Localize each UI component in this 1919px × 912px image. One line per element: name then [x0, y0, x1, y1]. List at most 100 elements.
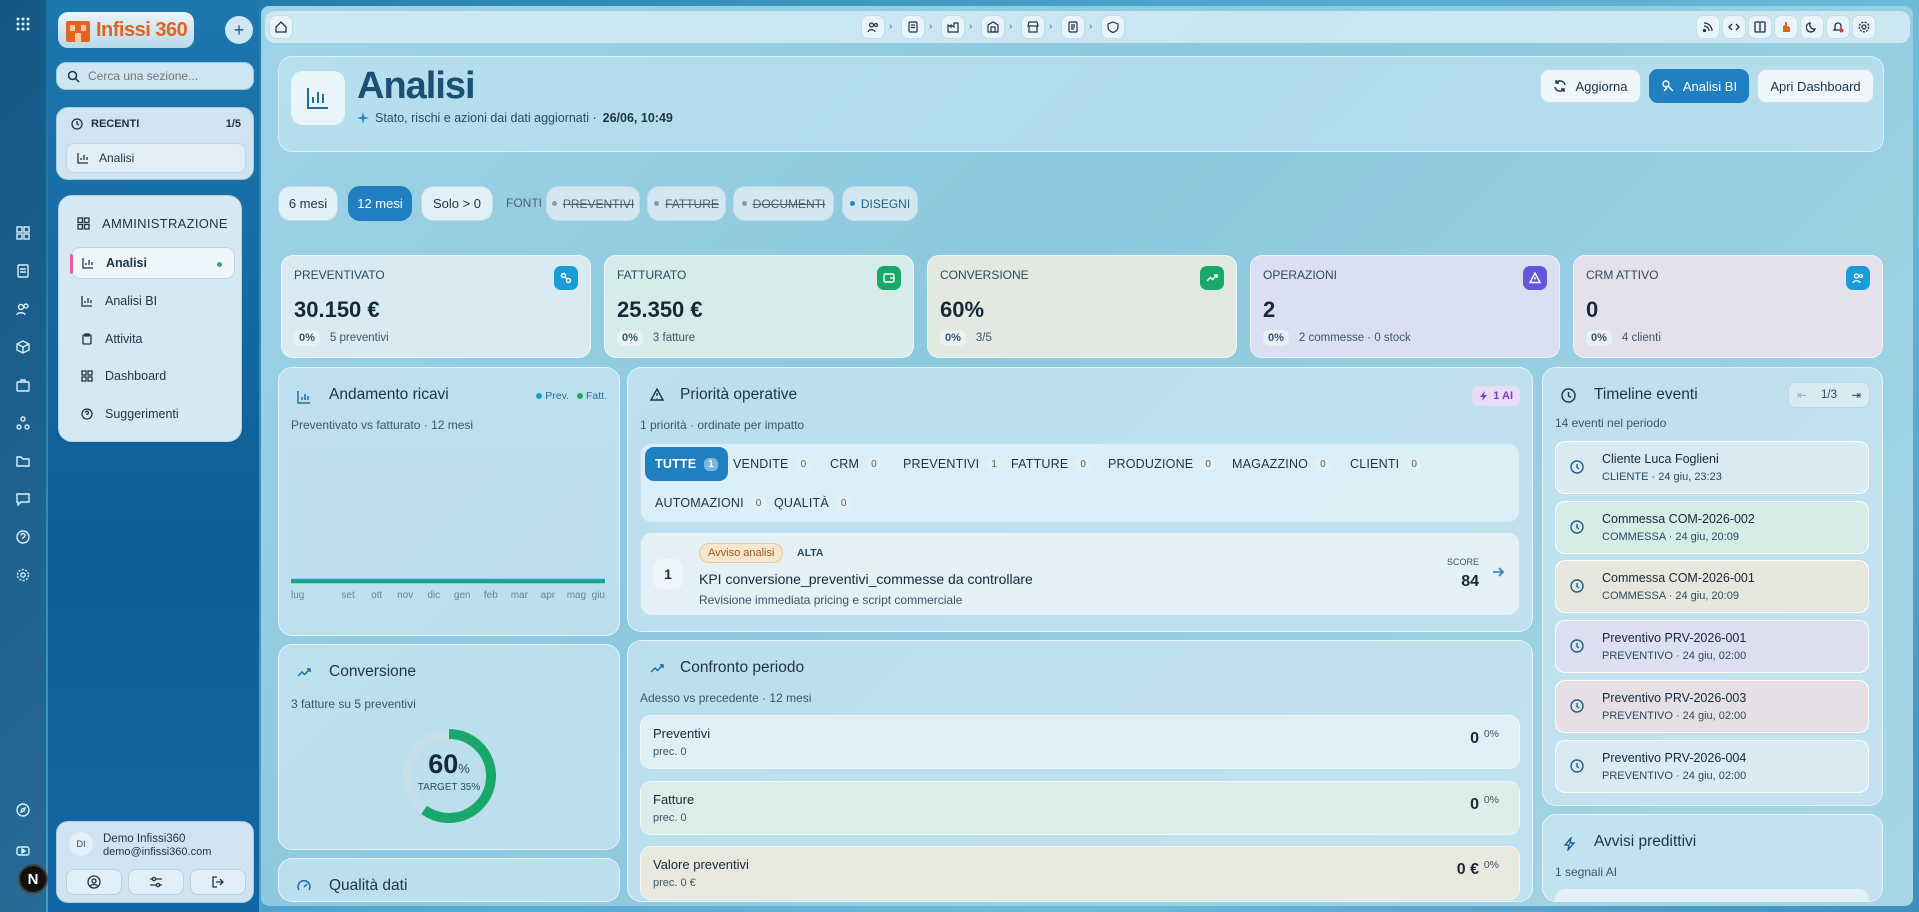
nav-item-dashboard[interactable]: Dashboard — [71, 360, 235, 392]
trend-icon — [297, 665, 311, 679]
tab-clienti[interactable]: CLIENTI 0 — [1340, 447, 1431, 481]
timeline-event[interactable]: Commessa COM-2026-002 COMMESSA · 24 giu,… — [1555, 501, 1869, 554]
admin-header[interactable]: AMMINISTRAZIONE — [77, 216, 228, 231]
timeline-event[interactable]: Commessa COM-2026-001 COMMESSA · 24 giu,… — [1555, 560, 1869, 613]
priority-rank: 1 — [653, 559, 683, 589]
preferences-button[interactable] — [128, 869, 184, 895]
tab-crm[interactable]: CRM 0 — [820, 447, 891, 481]
add-button[interactable]: + — [225, 16, 253, 44]
notifications-button[interactable] — [1826, 15, 1850, 39]
priority-desc: Revisione immediata pricing e script com… — [699, 593, 963, 607]
sidebar-search[interactable] — [56, 62, 254, 90]
tab-label: TUTTE — [655, 457, 697, 471]
users-icon — [867, 22, 879, 33]
tab-vendite[interactable]: VENDITE 0 — [723, 447, 820, 481]
predictive-card: Avvisi predittivi 1 segnali AI — [1542, 814, 1883, 902]
tab-magazzino[interactable]: MAGAZZINO 0 — [1222, 447, 1340, 481]
source-disegni[interactable]: DISEGNI — [842, 186, 918, 221]
document-icon[interactable] — [13, 261, 33, 281]
sliders-icon — [150, 876, 162, 888]
timeline-event[interactable]: Cliente Luca Foglieni CLIENTE · 24 giu, … — [1555, 441, 1869, 494]
breadcrumb-factory[interactable] — [941, 15, 965, 39]
tab-preventivi[interactable]: PREVENTIVI 1 — [893, 447, 1011, 481]
package-icon[interactable] — [13, 337, 33, 357]
recent-item-analisi[interactable]: Analisi — [66, 143, 246, 173]
breadcrumb-store[interactable] — [1021, 15, 1045, 39]
timeline-event[interactable]: Preventivo PRV-2026-004 PREVENTIVO · 24 … — [1555, 740, 1869, 793]
kpi-fatturato[interactable]: FATTURATO 25.350 € 0% 3 fatture — [604, 255, 914, 358]
source-dot — [741, 201, 747, 206]
split-view-button[interactable] — [1748, 15, 1772, 39]
settings-icon[interactable] — [13, 565, 33, 585]
tab-qualita[interactable]: QUALITÀ 0 — [764, 486, 861, 520]
settings-button[interactable] — [1852, 15, 1876, 39]
x-tick-label: nov — [397, 590, 413, 601]
tab-automazioni[interactable]: AUTOMAZIONI 0 — [645, 486, 776, 520]
compass-icon[interactable] — [13, 800, 33, 820]
folder-icon[interactable] — [13, 451, 33, 471]
first-page-icon[interactable]: ⇤ — [1797, 388, 1807, 402]
code-button[interactable] — [1722, 15, 1746, 39]
analisi-bi-button[interactable]: Analisi BI — [1649, 69, 1749, 103]
filter-solo-positivi[interactable]: Solo > 0 — [421, 186, 493, 221]
nav-item-suggerimenti[interactable]: Suggerimenti — [71, 398, 235, 430]
period-6-mesi[interactable]: 6 mesi — [278, 186, 338, 221]
timeline-event[interactable]: Preventivo PRV-2026-003 PREVENTIVO · 24 … — [1555, 680, 1869, 733]
profile-button[interactable] — [66, 869, 122, 895]
tab-count: 0 — [1201, 457, 1216, 471]
admin-label: AMMINISTRAZIONE — [102, 216, 228, 231]
recent-panel: RECENTI 1/5 Analisi — [56, 107, 254, 180]
apps-grid-icon[interactable] — [13, 14, 33, 34]
breadcrumb-users[interactable] — [861, 15, 885, 39]
breadcrumb-shield[interactable] — [1101, 15, 1125, 39]
extension-button[interactable] — [1774, 15, 1798, 39]
help-icon[interactable] — [13, 527, 33, 547]
source-preventivi[interactable]: PREVENTIVI — [546, 186, 640, 221]
recent-item-label: Analisi — [99, 151, 135, 165]
source-fatture[interactable]: FATTURE — [647, 186, 726, 221]
tab-tutte[interactable]: TUTTE 1 — [645, 447, 729, 481]
nav-item-analisi-bi[interactable]: Analisi BI — [71, 285, 235, 317]
event-subtitle: COMMESSA · 24 giu, 20:09 — [1602, 531, 1739, 543]
conversion-unit: % — [458, 761, 470, 776]
rss-button[interactable] — [1696, 15, 1720, 39]
priority-item[interactable]: 1 Avviso analisi ALTA KPI conversione_pr… — [640, 532, 1520, 616]
period-12-mesi[interactable]: 12 mesi — [348, 186, 412, 221]
next-logo-icon[interactable]: N — [18, 864, 48, 894]
home-button[interactable] — [269, 15, 293, 39]
avatar[interactable]: DI — [69, 832, 93, 856]
breadcrumb-documents[interactable] — [901, 15, 925, 39]
kpi-preventivato[interactable]: PREVENTIVATO 30.150 € 0% 5 preventivi — [281, 255, 591, 358]
rss-icon — [1702, 22, 1713, 33]
briefcase-icon[interactable] — [13, 375, 33, 395]
timeline-event[interactable]: Preventivo PRV-2026-001 PREVENTIVO · 24 … — [1555, 620, 1869, 673]
video-icon[interactable] — [13, 841, 33, 861]
theme-toggle[interactable] — [1800, 15, 1824, 39]
breadcrumb-warehouse[interactable] — [981, 15, 1005, 39]
kpi-operazioni[interactable]: OPERAZIONI 2 0% 2 commesse · 0 stock — [1250, 255, 1560, 358]
tab-produzione[interactable]: PRODUZIONE 0 — [1098, 447, 1225, 481]
open-dashboard-button[interactable]: Apri Dashboard — [1757, 69, 1874, 103]
logout-button[interactable] — [190, 869, 246, 895]
predictive-item[interactable] — [1555, 889, 1869, 901]
source-documenti[interactable]: DOCUMENTI — [733, 186, 834, 221]
arrow-right-icon[interactable] — [1491, 565, 1505, 579]
card-title: Avvisi predittivi — [1594, 833, 1697, 850]
dashboard-icon[interactable] — [13, 223, 33, 243]
breadcrumb-list[interactable] — [1061, 15, 1085, 39]
kpi-conversione[interactable]: CONVERSIONE 60% 0% 3/5 — [927, 255, 1237, 358]
kpi-crm-attivo[interactable]: CRM ATTIVO 0 0% 4 clienti — [1573, 255, 1883, 358]
history-icon — [71, 118, 83, 130]
chat-icon[interactable] — [13, 489, 33, 509]
analisi-bi-label: Analisi BI — [1682, 78, 1738, 94]
last-page-icon[interactable]: ⇥ — [1851, 388, 1861, 402]
nav-item-analisi[interactable]: Analisi — [70, 247, 235, 279]
search-input[interactable] — [88, 69, 238, 83]
nav-item-attivita[interactable]: Attivita — [71, 323, 235, 355]
network-icon[interactable] — [13, 413, 33, 433]
tab-fatture[interactable]: FATTURE 0 — [1001, 447, 1100, 481]
card-title: Qualità dati — [329, 877, 408, 894]
refresh-button[interactable]: Aggiorna — [1540, 69, 1641, 103]
app-logo[interactable]: Infissi 360 — [58, 12, 194, 48]
users-icon[interactable] — [13, 299, 33, 319]
